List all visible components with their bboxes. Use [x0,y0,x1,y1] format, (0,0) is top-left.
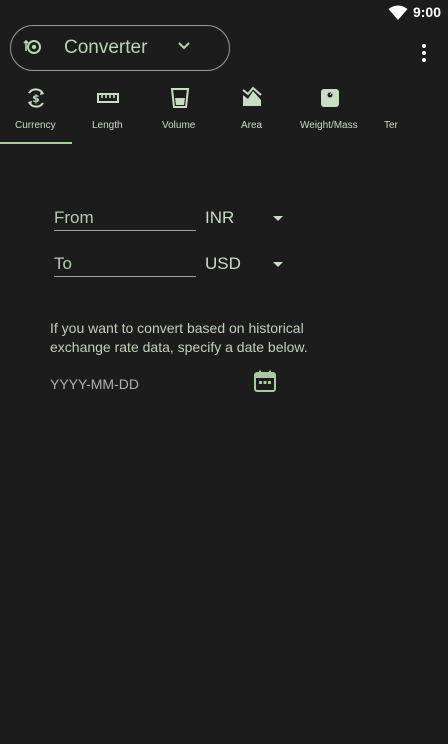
chevron-down-icon [178,42,190,50]
converter-icon [23,39,41,54]
tab-weight-mass[interactable]: Weight/Mass [288,80,372,144]
tab-length[interactable]: Length [72,80,144,144]
from-currency-value[interactable]: INR [205,208,234,228]
tab-label: Weight/Mass [300,120,358,131]
tab-temperature[interactable]: Ter [372,80,448,144]
tab-label: Length [92,120,123,131]
tab-label: Ter [384,120,398,131]
date-input[interactable]: YYYY-MM-DD [50,376,139,392]
tab-volume[interactable]: Volume [144,80,216,144]
tab-label: Volume [162,120,196,131]
mode-title: Converter [64,37,148,58]
calendar-icon[interactable] [253,369,277,393]
scale-icon [321,89,339,107]
to-dropdown-arrow-icon[interactable] [273,262,283,267]
status-time: 9:00 [412,4,441,20]
to-field[interactable]: To [54,254,196,277]
tab-currency[interactable]: $ Currency [0,80,72,144]
historical-rate-hint: If you want to convert based on historic… [50,320,308,355]
cup-icon [170,88,190,108]
from-field[interactable]: From [54,208,196,231]
svg-text:$: $ [32,92,40,105]
wifi-icon [388,5,408,20]
tab-label: Currency [15,120,56,131]
status-bar: 9:00 [0,0,448,26]
tab-label: Area [241,120,263,131]
tab-area[interactable]: Area [216,80,288,144]
mode-selector[interactable]: Converter [10,25,230,71]
currency-exchange-icon: $ [28,88,44,108]
selected-tab-indicator [0,142,72,144]
category-tabs: $ Currency Length Volume Area Weight/Mas… [0,80,448,146]
area-icon [242,86,262,106]
to-currency-value[interactable]: USD [205,254,241,274]
from-dropdown-arrow-icon[interactable] [273,216,283,221]
ruler-icon [97,93,119,103]
more-vert-icon[interactable] [420,42,428,64]
